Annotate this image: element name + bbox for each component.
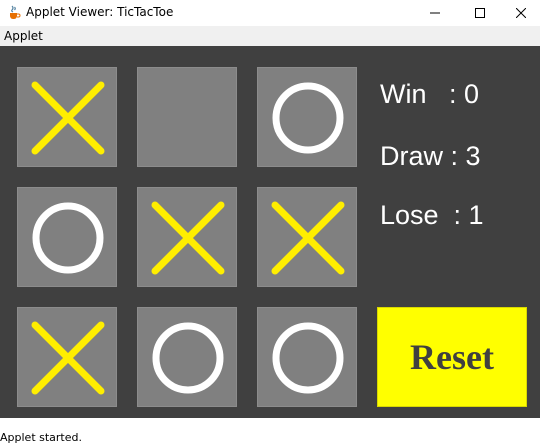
close-button[interactable] (502, 0, 540, 26)
o-mark-icon (32, 202, 104, 274)
board-cell-2-1[interactable] (137, 307, 237, 407)
window-title: Applet Viewer: TicTacToe (26, 5, 174, 19)
java-cup-icon (6, 4, 22, 20)
minimize-button[interactable] (412, 0, 458, 26)
x-mark-icon (31, 321, 105, 395)
x-mark-icon (151, 201, 225, 275)
status-text: Applet started. (0, 431, 82, 444)
minimize-icon (430, 12, 440, 14)
board-cell-0-0[interactable] (17, 67, 117, 167)
title-bar: Applet Viewer: TicTacToe (0, 0, 540, 26)
status-bar: Applet started. (0, 418, 540, 445)
draw-score: Draw : 3 (380, 141, 481, 171)
board-cell-0-2[interactable] (257, 67, 357, 167)
o-mark-icon (152, 322, 224, 394)
board-cell-1-0[interactable] (17, 187, 117, 287)
o-mark-icon (272, 82, 344, 154)
x-mark-icon (31, 81, 105, 155)
maximize-button[interactable] (457, 0, 503, 26)
x-mark-icon (271, 201, 345, 275)
board-cell-0-1[interactable] (137, 67, 237, 167)
applet-canvas: Win : 0 Draw : 3 Lose : 1 Reset (0, 46, 540, 418)
close-icon (516, 8, 526, 18)
menu-bar: Applet (0, 26, 540, 46)
reset-button[interactable]: Reset (377, 307, 527, 407)
menu-applet[interactable]: Applet (4, 29, 43, 43)
board-cell-2-0[interactable] (17, 307, 117, 407)
board-cell-1-1[interactable] (137, 187, 237, 287)
win-score: Win : 0 (380, 79, 480, 109)
board-cell-2-2[interactable] (257, 307, 357, 407)
o-mark-icon (272, 322, 344, 394)
board-cell-1-2[interactable] (257, 187, 357, 287)
lose-score: Lose : 1 (380, 200, 484, 230)
reset-label: Reset (410, 337, 494, 377)
maximize-icon (475, 8, 485, 18)
